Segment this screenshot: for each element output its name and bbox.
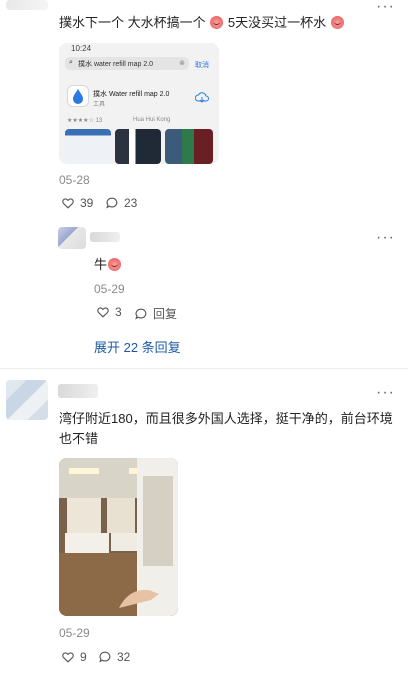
room-photo	[59, 458, 178, 616]
comment-bubble-icon	[99, 651, 111, 663]
pig-face-emoji-icon	[330, 16, 344, 29]
reply-label: 回复	[153, 307, 178, 321]
app-name: 撲水 Water refill map 2.0	[93, 91, 170, 98]
heart-icon	[62, 652, 74, 663]
avatar[interactable]	[6, 0, 48, 10]
comment-text-part: 5天没买过一杯水	[227, 15, 327, 30]
reply-button[interactable]: 回复	[134, 305, 177, 322]
developer-name: Hua Hui Kong	[133, 117, 171, 123]
comment-image[interactable]	[59, 458, 178, 616]
comment-date: 05-29	[59, 626, 90, 640]
comment-count: 23	[124, 196, 138, 210]
reply-text: 牛	[94, 255, 122, 275]
like-count: 3	[115, 305, 122, 319]
search-field: ⌕ 撲水 water refill map 2.0 ⊗	[65, 57, 189, 70]
reply-date: 05-29	[94, 282, 125, 296]
pig-face-emoji-icon	[108, 258, 122, 271]
user-name[interactable]	[90, 232, 120, 242]
more-dots-icon[interactable]: ···	[376, 384, 395, 402]
comment-date: 05-28	[59, 173, 90, 187]
avatar[interactable]	[58, 227, 86, 249]
like-button[interactable]: 9	[61, 650, 87, 664]
avatar[interactable]	[6, 380, 48, 420]
like-button[interactable]: 3	[96, 305, 122, 319]
comment-text: 撲水下一个 大水杯搞一个 5天没买过一杯水	[59, 13, 345, 33]
like-button[interactable]: 39	[61, 196, 93, 210]
rating-stars: ★★★★☆ 13	[67, 118, 103, 124]
comment-text: 湾仔附近180，而且很多外国人选择，挺干净的，前台环境也不错	[59, 411, 393, 446]
preview-thumbnail	[115, 129, 161, 164]
comment-image[interactable]: 10:24 ⌕ 撲水 water refill map 2.0 ⊗ 取消 撲水 …	[59, 43, 219, 164]
comment-bubble-icon	[135, 308, 147, 320]
water-drop-icon	[73, 89, 83, 104]
comment-button[interactable]: 23	[105, 196, 137, 210]
more-dots-icon[interactable]: ···	[376, 0, 395, 16]
app-category: 工具	[93, 102, 106, 108]
preview-thumbnail	[165, 129, 213, 164]
search-icon: ⌕	[69, 59, 73, 66]
app-icon	[67, 85, 89, 107]
preview-thumbnail	[65, 129, 111, 164]
divider	[0, 368, 408, 369]
clear-icon: ⊗	[179, 60, 185, 67]
comment-bubble-icon	[106, 197, 118, 209]
heart-icon	[62, 198, 74, 209]
status-time: 10:24	[71, 44, 92, 53]
comment-text-part: 撲水下一个 大水杯搞一个	[59, 15, 206, 30]
search-text: 撲水 water refill map 2.0	[78, 61, 154, 68]
comment-count: 32	[117, 650, 131, 664]
user-name[interactable]	[58, 384, 98, 398]
download-cloud-icon	[194, 91, 209, 109]
more-dots-icon[interactable]: ···	[376, 229, 395, 247]
comment-button[interactable]: 32	[98, 650, 130, 664]
pig-face-emoji-icon	[210, 16, 224, 29]
expand-replies-link[interactable]: 展开 22 条回复	[94, 337, 181, 356]
reply-text-part: 牛	[94, 257, 108, 272]
cancel-label: 取消	[195, 62, 209, 69]
heart-icon	[97, 307, 109, 318]
like-count: 39	[80, 196, 94, 210]
like-count: 9	[80, 650, 87, 664]
